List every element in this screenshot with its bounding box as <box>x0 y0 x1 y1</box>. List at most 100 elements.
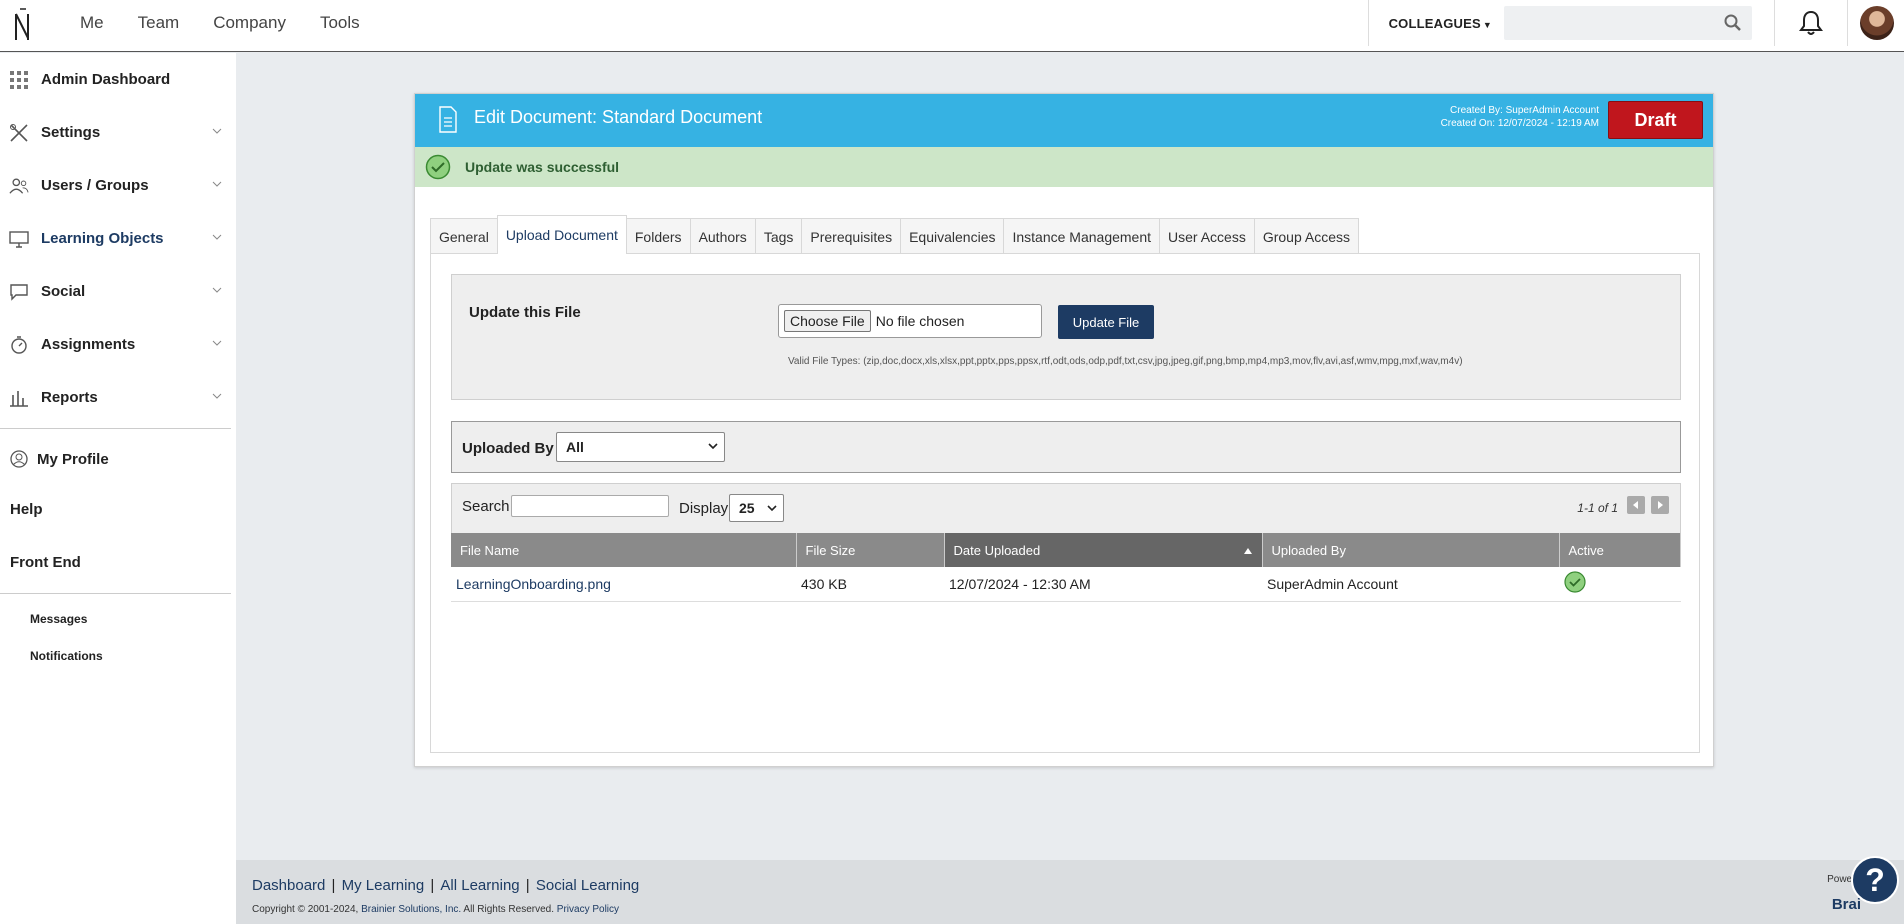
upload-file-section: Update this File Choose File No file cho… <box>451 274 1681 400</box>
topnav-tools[interactable]: Tools <box>320 13 360 33</box>
column-header-file-name[interactable]: File Name <box>451 533 797 567</box>
separator: | <box>521 877 534 894</box>
sidebar-item-admin-dashboard[interactable]: Admin Dashboard <box>0 53 236 106</box>
sidebar-item-reports[interactable]: Reports <box>0 371 236 424</box>
search-input[interactable] <box>1504 6 1752 40</box>
upload-label: Update this File <box>469 304 581 321</box>
sidebar-item-social[interactable]: Social <box>0 265 236 318</box>
tab-general[interactable]: General <box>430 218 498 254</box>
chevron-down-icon <box>212 287 222 293</box>
stopwatch-icon <box>9 335 29 355</box>
help-button[interactable]: ? <box>1851 856 1899 904</box>
search-icon[interactable] <box>1724 14 1742 32</box>
chat-icon <box>9 282 29 302</box>
sidebar-item-label: Learning Objects <box>41 230 164 247</box>
sidebar-item-learning-objects[interactable]: Learning Objects <box>0 212 236 265</box>
sidebar-item-settings[interactable]: Settings <box>0 106 236 159</box>
sidebar-item-my-profile[interactable]: My Profile <box>0 435 236 483</box>
table-header-row: File Name File Size Date Uploaded Upload… <box>451 533 1681 567</box>
sidebar-item-label: Social <box>41 283 86 300</box>
sidebar-item-users-groups[interactable]: Users / Groups <box>0 159 236 212</box>
sidebar-item-label: Assignments <box>41 336 136 353</box>
chevron-down-icon <box>212 340 222 346</box>
tab-instance-management[interactable]: Instance Management <box>1003 218 1161 254</box>
tab-upload-document[interactable]: Upload Document <box>496 215 627 254</box>
sidebar-item-label: Admin Dashboard <box>41 71 171 88</box>
notifications-bell[interactable] <box>1775 0 1847 46</box>
footer-link-dashboard[interactable]: Dashboard <box>252 877 325 894</box>
cell-file-name: LearningOnboarding.png <box>451 567 796 602</box>
tools-icon <box>9 123 29 143</box>
success-message: Update was successful <box>465 159 620 175</box>
no-file-text: No file chosen <box>875 313 965 329</box>
footer: Dashboard | My Learning | All Learning |… <box>236 860 1904 924</box>
file-input[interactable]: Choose File No file chosen <box>778 304 1042 338</box>
grid-search-input[interactable] <box>511 495 669 517</box>
separator: | <box>327 877 340 894</box>
tab-prerequisites[interactable]: Prerequisites <box>801 218 902 254</box>
update-file-button[interactable]: Update File <box>1058 305 1154 339</box>
choose-file-button[interactable]: Choose File <box>784 310 871 332</box>
users-icon <box>9 176 29 196</box>
column-header-file-size[interactable]: File Size <box>796 533 945 567</box>
caret-down-icon: ▼ <box>1482 19 1492 30</box>
active-check-icon[interactable] <box>1564 571 1586 593</box>
privacy-policy-link[interactable]: Privacy Policy <box>557 904 619 915</box>
tab-user-access[interactable]: User Access <box>1159 218 1255 254</box>
column-header-date-uploaded[interactable]: Date Uploaded <box>944 533 1263 567</box>
page-title: Edit Document: Standard Document <box>474 107 763 127</box>
uploaded-by-select[interactable]: All <box>556 432 725 462</box>
sidebar-item-label: My Profile <box>37 450 109 468</box>
tab-tags[interactable]: Tags <box>754 218 803 254</box>
document-icon <box>439 106 457 133</box>
arrow-right-icon <box>1658 501 1663 509</box>
colleagues-dropdown[interactable]: COLLEAGUES ▼ <box>1389 16 1492 31</box>
cell-active <box>1559 567 1681 602</box>
document-meta: Created By: SuperAdmin Account Created O… <box>1441 104 1599 130</box>
footer-link-all-learning[interactable]: All Learning <box>440 877 519 894</box>
tab-content: Update this File Choose File No file cho… <box>430 253 1700 753</box>
sidebar-item-notifications[interactable]: Notifications <box>0 637 236 674</box>
profile-icon <box>9 449 29 469</box>
search-label: Search <box>462 498 510 515</box>
bar-chart-icon <box>9 388 29 408</box>
rights-text: All Rights Reserved. <box>461 904 557 915</box>
column-header-uploaded-by[interactable]: Uploaded By <box>1262 533 1560 567</box>
files-table: File Name File Size Date Uploaded Upload… <box>451 533 1681 602</box>
prev-page-button[interactable] <box>1627 496 1645 514</box>
bell-icon <box>1799 10 1823 35</box>
cell-file-size: 430 KB <box>796 567 944 602</box>
tab-authors[interactable]: Authors <box>689 218 756 254</box>
tab-folders[interactable]: Folders <box>625 218 691 254</box>
sidebar-item-help[interactable]: Help <box>0 483 236 536</box>
footer-link-my-learning[interactable]: My Learning <box>342 877 425 894</box>
sidebar-item-label: Reports <box>41 389 98 406</box>
display-label: Display <box>679 500 729 517</box>
tab-group-access[interactable]: Group Access <box>1253 218 1359 254</box>
topnav-company[interactable]: Company <box>213 13 286 33</box>
company-link[interactable]: Brainier Solutions, Inc. <box>361 904 461 915</box>
next-page-button[interactable] <box>1651 496 1669 514</box>
top-bar: Me Team Company Tools COLLEAGUES ▼ <box>0 0 1904 52</box>
sidebar-item-label: Users / Groups <box>41 177 149 194</box>
topnav-team[interactable]: Team <box>138 13 180 33</box>
status-badge-draft[interactable]: Draft <box>1608 101 1703 139</box>
cell-date-uploaded: 12/07/2024 - 12:30 AM <box>944 567 1262 602</box>
tab-equivalencies[interactable]: Equivalencies <box>900 218 1005 254</box>
footer-link-social-learning[interactable]: Social Learning <box>536 877 639 894</box>
valid-file-types: Valid File Types: (zip,doc,docx,xls,xlsx… <box>788 356 1463 367</box>
sidebar: Admin Dashboard Settings Users / Groups … <box>0 53 236 924</box>
table-row: LearningOnboarding.png 430 KB 12/07/2024… <box>451 567 1681 602</box>
file-link[interactable]: LearningOnboarding.png <box>456 576 611 592</box>
sidebar-item-front-end[interactable]: Front End <box>0 536 236 589</box>
brand-logo-icon[interactable] <box>12 6 34 44</box>
copyright-prefix: Copyright © 2001-2024, <box>252 904 362 915</box>
sidebar-item-assignments[interactable]: Assignments <box>0 318 236 371</box>
grid-icon <box>9 70 29 90</box>
display-count-select[interactable]: 25 <box>729 494 784 522</box>
created-on: Created On: 12/07/2024 - 12:19 AM <box>1440 118 1599 129</box>
column-header-active[interactable]: Active <box>1559 533 1681 567</box>
topnav-me[interactable]: Me <box>80 13 104 33</box>
user-avatar[interactable] <box>1860 6 1894 40</box>
sidebar-item-messages[interactable]: Messages <box>0 600 236 637</box>
